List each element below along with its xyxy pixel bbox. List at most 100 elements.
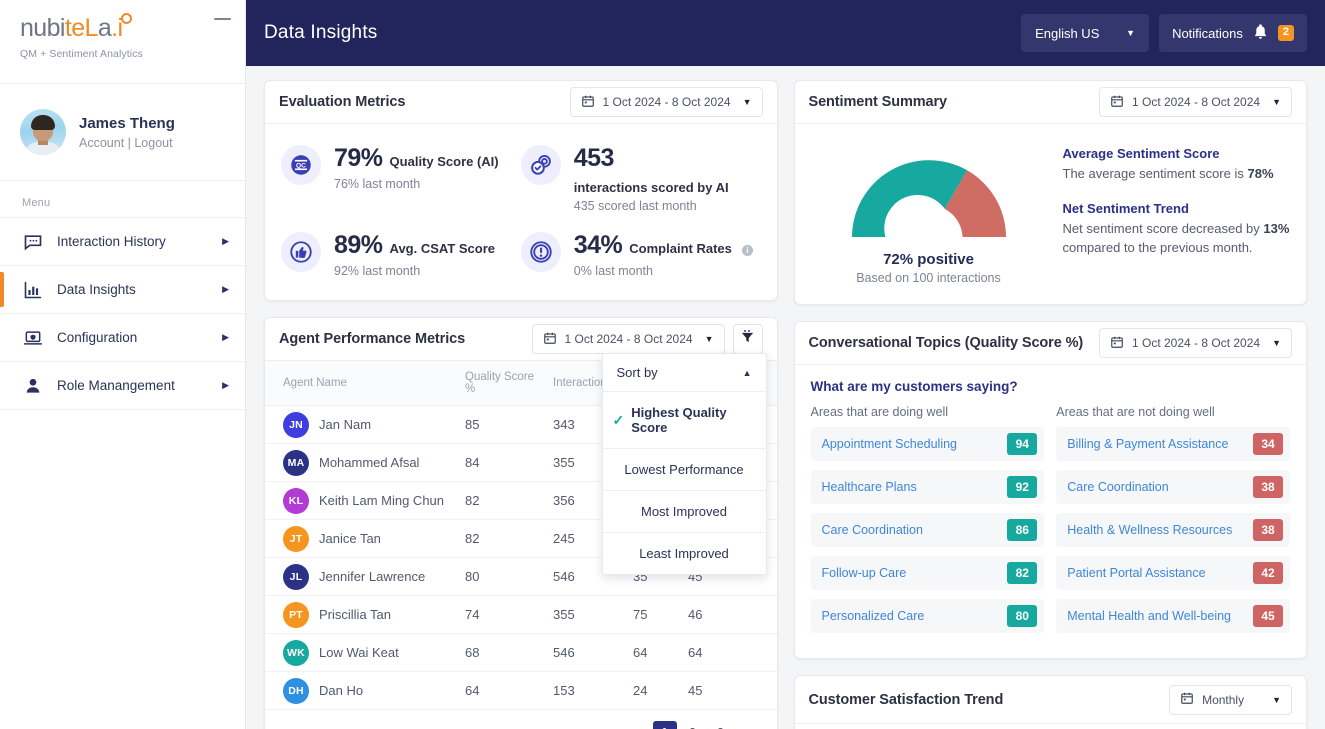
- logo-part-2: teL: [64, 14, 99, 42]
- topic-row[interactable]: Healthcare Plans 92: [810, 470, 1045, 504]
- topics-good-column: Areas that are doing well Appointment Sc…: [810, 405, 1045, 642]
- cell-agent: KL Keith Lam Ming Chun: [265, 481, 465, 520]
- sort-option-label: Lowest Performance: [624, 462, 744, 477]
- topic-row[interactable]: Health & Wellness Resources 38: [1056, 513, 1290, 547]
- sidebar-item-data-insights[interactable]: Data Insights ▶: [0, 265, 245, 313]
- column-agent-name[interactable]: Agent Name: [265, 361, 465, 406]
- agent-name: Priscillia Tan: [319, 607, 392, 622]
- chevron-down-icon: ▼: [704, 334, 714, 344]
- pagination-page-1[interactable]: 1: [652, 721, 677, 729]
- coins-check-icon: [520, 145, 561, 185]
- sidebar-item-configuration[interactable]: Configuration ▶: [0, 313, 245, 361]
- topic-name: Care Coordination: [821, 523, 923, 537]
- sidebar-item-interaction-history[interactable]: Interaction History ▶: [0, 217, 245, 265]
- average-sentiment-heading: Average Sentiment Score: [1062, 146, 1220, 161]
- topic-row[interactable]: Follow-up Care 82: [810, 556, 1045, 590]
- agent-initials-avatar: JT: [283, 525, 309, 552]
- pagination: ‹ 1 2 3 ›: [265, 710, 777, 729]
- date-range-picker-evaluation[interactable]: 1 Oct 2024 - 8 Oct 2024 ▼: [569, 87, 763, 117]
- cell-agent: DH Dan Ho: [265, 671, 465, 710]
- evaluation-metrics-card: Evaluation Metrics 1 Oct 2024 - 8 Oct 20…: [264, 80, 778, 301]
- pagination-page-3[interactable]: 3: [709, 721, 733, 729]
- topic-row[interactable]: Mental Health and Well-being 45: [1056, 599, 1290, 633]
- card-title: Agent Performance Metrics: [279, 331, 466, 347]
- card-header: Conversational Topics (Quality Score %) …: [794, 322, 1306, 365]
- topics-question: What are my customers saying?: [810, 379, 1018, 394]
- sidebar-item-label: Interaction History: [57, 234, 166, 249]
- topic-row[interactable]: Care Coordination 86: [810, 513, 1045, 547]
- sentiment-body: 72% positive Based on 100 interactions A…: [795, 124, 1307, 304]
- card-title: Evaluation Metrics: [279, 94, 406, 110]
- agent-name: Mohammed Afsal: [319, 455, 420, 470]
- date-range-picker-sentiment[interactable]: 1 Oct 2024 - 8 Oct 2024 ▼: [1099, 87, 1292, 117]
- date-range-picker-agents[interactable]: 1 Oct 2024 - 8 Oct 2024 ▼: [531, 324, 725, 354]
- notifications-button[interactable]: Notifications 2: [1159, 14, 1307, 52]
- sort-option-least-improved[interactable]: Least Improved: [603, 533, 766, 574]
- table-row[interactable]: PT Priscillia Tan 74 355 75 46: [265, 595, 777, 634]
- sort-option-label: Highest Quality Score: [631, 405, 727, 435]
- card-header: Sentiment Summary 1 Oct 2024 - 8 Oct 202…: [794, 81, 1306, 124]
- period-selector-csat[interactable]: Monthly ▼: [1169, 684, 1292, 715]
- table-row[interactable]: DH Dan Ho 64 153 24 45: [265, 671, 777, 710]
- text-before: The average sentiment score is: [1062, 166, 1248, 181]
- text-bold: 78%: [1247, 166, 1274, 181]
- notifications-badge: 2: [1277, 24, 1294, 42]
- card-header: Customer Satisfaction Trend Monthly ▼: [794, 676, 1306, 724]
- conversational-topics-card: Conversational Topics (Quality Score %) …: [793, 321, 1307, 659]
- topic-score: 45: [1253, 605, 1283, 627]
- agent-initials-avatar: JN: [283, 411, 309, 438]
- metric-value: 453: [573, 144, 615, 172]
- topic-row[interactable]: Billing & Payment Assistance 34: [1056, 427, 1290, 461]
- agent-initials-avatar: WK: [283, 639, 309, 666]
- topics-bad-column: Areas that are not doing well Billing & …: [1056, 405, 1290, 642]
- customer-satisfaction-trend-card: Customer Satisfaction Trend Monthly ▼: [793, 675, 1307, 729]
- info-icon[interactable]: i: [741, 245, 753, 256]
- svg-text:QC: QC: [296, 162, 306, 169]
- net-sentiment-text: Net sentiment score decreased by 13% com…: [1063, 220, 1291, 258]
- metric-label: Complaint Rates: [629, 241, 732, 256]
- sidebar-item-role-management[interactable]: Role Manangement ▶: [0, 361, 245, 409]
- sort-by-header[interactable]: Sort by ▲: [602, 354, 766, 392]
- sort-option-highest-quality-score[interactable]: ✓ Highest Quality Score: [602, 392, 766, 449]
- sort-option-most-improved[interactable]: Most Improved: [602, 491, 766, 533]
- filter-button[interactable]: [732, 324, 763, 354]
- pagination-prev[interactable]: ‹: [625, 721, 649, 729]
- collapse-sidebar-button[interactable]: [214, 18, 231, 20]
- right-column: Sentiment Summary 1 Oct 2024 - 8 Oct 202…: [793, 80, 1307, 729]
- topic-score: 80: [1007, 605, 1038, 627]
- sort-option-lowest-performance[interactable]: Lowest Performance: [602, 449, 766, 491]
- pagination-next[interactable]: ›: [737, 721, 761, 729]
- pagination-page-2[interactable]: 2: [681, 721, 705, 729]
- sort-option-label: Most Improved: [641, 504, 727, 519]
- cell-interactions: 546: [553, 633, 633, 672]
- topic-row[interactable]: Patient Portal Assistance 42: [1056, 556, 1290, 590]
- chat-bubble-icon: [22, 231, 44, 253]
- sidebar-divider: [0, 409, 245, 410]
- logo-part-1: nubi: [20, 14, 65, 42]
- topic-score: 38: [1253, 519, 1283, 541]
- language-selector[interactable]: English US ▼: [1021, 14, 1150, 52]
- topic-name: Healthcare Plans: [821, 480, 917, 494]
- metric-interactions-scored: 453 interactions scored by AI 435 scored…: [520, 144, 761, 213]
- cell-quality: 85: [465, 405, 553, 444]
- sort-option-label: Least Improved: [639, 546, 729, 561]
- agent-initials-avatar: JL: [283, 563, 309, 590]
- column-quality-score[interactable]: Quality Score %: [465, 361, 553, 406]
- user-profile[interactable]: James Theng Account | Logout: [0, 84, 245, 181]
- sort-by-label: Sort by: [616, 365, 658, 380]
- sort-by-dropdown: Sort by ▲ ✓ Highest Quality Score Lowest…: [601, 353, 767, 575]
- metric-sub: 435 scored last month: [573, 199, 697, 213]
- profile-account-logout[interactable]: Account | Logout: [79, 136, 175, 150]
- bell-icon: [1252, 23, 1269, 43]
- topic-row[interactable]: Personalized Care 80: [810, 599, 1045, 633]
- topic-name: Mental Health and Well-being: [1067, 609, 1232, 623]
- date-range-picker-topics[interactable]: 1 Oct 2024 - 8 Oct 2024 ▼: [1099, 328, 1292, 358]
- topic-row[interactable]: Care Coordination 38: [1056, 470, 1290, 504]
- topic-row[interactable]: Appointment Scheduling 94: [810, 427, 1045, 461]
- topic-name: Billing & Payment Assistance: [1067, 437, 1229, 451]
- metrics-grid: QC 79% Quality Score (AI) 76% last month: [265, 124, 777, 300]
- metric-label: Avg. CSAT Score: [389, 241, 496, 256]
- table-row[interactable]: WK Low Wai Keat 68 546 64 64: [265, 633, 777, 672]
- topic-name: Health & Wellness Resources: [1067, 523, 1233, 537]
- metric-sub: 92% last month: [334, 264, 421, 278]
